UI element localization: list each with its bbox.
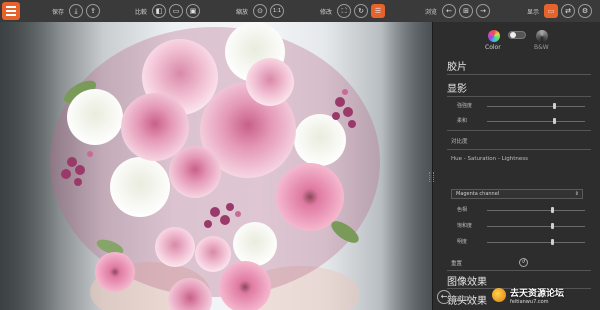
- channel-select-value: Magenta channel: [456, 191, 500, 197]
- watermark-url: feitianwu7.com: [510, 298, 549, 305]
- contrast-label[interactable]: 对比度: [451, 137, 468, 145]
- crop-icon[interactable]: ⛶: [337, 4, 352, 18]
- compare-side-icon[interactable]: ▭: [169, 4, 184, 18]
- hsl-row-saturation: 饱和度: [457, 221, 587, 231]
- next-icon[interactable]: →: [476, 4, 491, 18]
- image-effects-section-title[interactable]: 图像效果: [447, 273, 487, 288]
- divider: [447, 96, 591, 97]
- back-label[interactable]: 返回: [456, 294, 468, 303]
- edit-label: 修改: [320, 8, 333, 16]
- slider-thumb[interactable]: [550, 207, 554, 213]
- slider-track[interactable]: [487, 121, 585, 122]
- slider-label: 色相: [457, 207, 468, 213]
- zoom-group: 縮放 ⊙ 1:1: [236, 0, 285, 22]
- reset-label: 重置: [451, 261, 463, 267]
- slider-label: 強強度: [457, 103, 473, 109]
- browse-group: 浏览 ← ⊞ →: [425, 0, 491, 22]
- adjustments-panel: Color B&W 胶片 显影 強強度 柔和 对比度 Hue - Saturat…: [429, 22, 600, 310]
- previous-icon[interactable]: ←: [442, 4, 457, 18]
- watermark-logo-icon: [492, 288, 506, 302]
- top-toolbar: 保存 ⤓ ⇪ 比較 ◧ ▭ ▣ 縮放 ⊙ 1:1 修改 ⛶ ↻ ☰ 浏览 ← ⊞…: [0, 0, 600, 23]
- adjust-sliders-icon[interactable]: ☰: [371, 4, 386, 18]
- divider: [447, 74, 591, 75]
- color-mode-label: Color: [485, 44, 501, 51]
- rotate-icon[interactable]: ↻: [354, 4, 369, 18]
- bouquet-image: [50, 22, 380, 310]
- bw-mode-label: B&W: [534, 44, 549, 51]
- compare-view-icon[interactable]: ▣: [186, 4, 201, 18]
- slider-label: 明度: [457, 239, 468, 245]
- compare-label: 比較: [135, 8, 148, 16]
- menu-icon[interactable]: [2, 2, 20, 20]
- save-label: 保存: [52, 8, 65, 16]
- color-mode-icon[interactable]: [488, 30, 500, 42]
- zoom-label: 縮放: [236, 8, 249, 16]
- divider: [447, 149, 591, 150]
- display-group: 显示 ▭ ⇄ ⚙: [527, 0, 593, 22]
- slider-thumb[interactable]: [552, 103, 556, 109]
- photo-canvas[interactable]: [0, 22, 432, 310]
- save-icon[interactable]: ⤓: [69, 4, 84, 18]
- hsl-row-hue: 色相: [457, 205, 587, 215]
- hsl-row-lightness: 明度: [457, 237, 587, 247]
- browse-label: 浏览: [425, 8, 438, 16]
- grid-icon[interactable]: ⊞: [459, 4, 474, 18]
- watermark: 去天资源论坛 feitianwu7.com: [492, 288, 565, 305]
- hsl-label[interactable]: Hue - Saturation - Lightness: [451, 156, 528, 162]
- zoom-ratio-button[interactable]: 1:1: [270, 4, 285, 18]
- channel-select[interactable]: Magenta channel ⇕: [451, 189, 583, 199]
- compare-split-icon[interactable]: ◧: [152, 4, 167, 18]
- display-label: 显示: [527, 8, 540, 16]
- edit-group: 修改 ⛶ ↻ ☰: [320, 0, 386, 22]
- watermark-text: 去天资源论坛: [510, 288, 565, 299]
- panel-resize-handle[interactable]: [429, 172, 434, 182]
- color-mode-switch[interactable]: [508, 31, 526, 39]
- develop-row-strength: 強強度: [457, 101, 587, 111]
- film-section-title[interactable]: 胶片: [447, 58, 467, 73]
- bw-mode-icon[interactable]: [536, 30, 548, 42]
- color-mode-toggle: Color B&W: [433, 28, 600, 54]
- slider-track[interactable]: [487, 106, 585, 107]
- chevron-updown-icon: ⇕: [574, 191, 579, 197]
- compare-group: 比較 ◧ ▭ ▣: [135, 0, 201, 22]
- develop-row-soft: 柔和: [457, 116, 587, 126]
- back-arrow-icon[interactable]: ←: [437, 290, 451, 304]
- display-panel-icon[interactable]: ▭: [544, 4, 559, 18]
- divider: [447, 130, 591, 131]
- slider-label: 柔和: [457, 118, 468, 124]
- slider-track[interactable]: [487, 210, 585, 211]
- slider-thumb[interactable]: [552, 118, 556, 124]
- divider: [447, 270, 591, 271]
- develop-section-title[interactable]: 显影: [447, 80, 467, 95]
- slider-thumb[interactable]: [550, 223, 554, 229]
- slider-track[interactable]: [487, 226, 585, 227]
- slider-label: 饱和度: [457, 223, 473, 229]
- share-icon[interactable]: ⇄: [561, 4, 576, 18]
- zoom-fit-icon[interactable]: ⊙: [253, 4, 268, 18]
- slider-track[interactable]: [487, 242, 585, 243]
- reset-icon[interactable]: ↺: [519, 258, 528, 267]
- slider-thumb[interactable]: [550, 239, 554, 245]
- export-icon[interactable]: ⇪: [86, 4, 101, 18]
- settings-icon[interactable]: ⚙: [578, 4, 593, 18]
- save-group: 保存 ⤓ ⇪: [52, 0, 101, 22]
